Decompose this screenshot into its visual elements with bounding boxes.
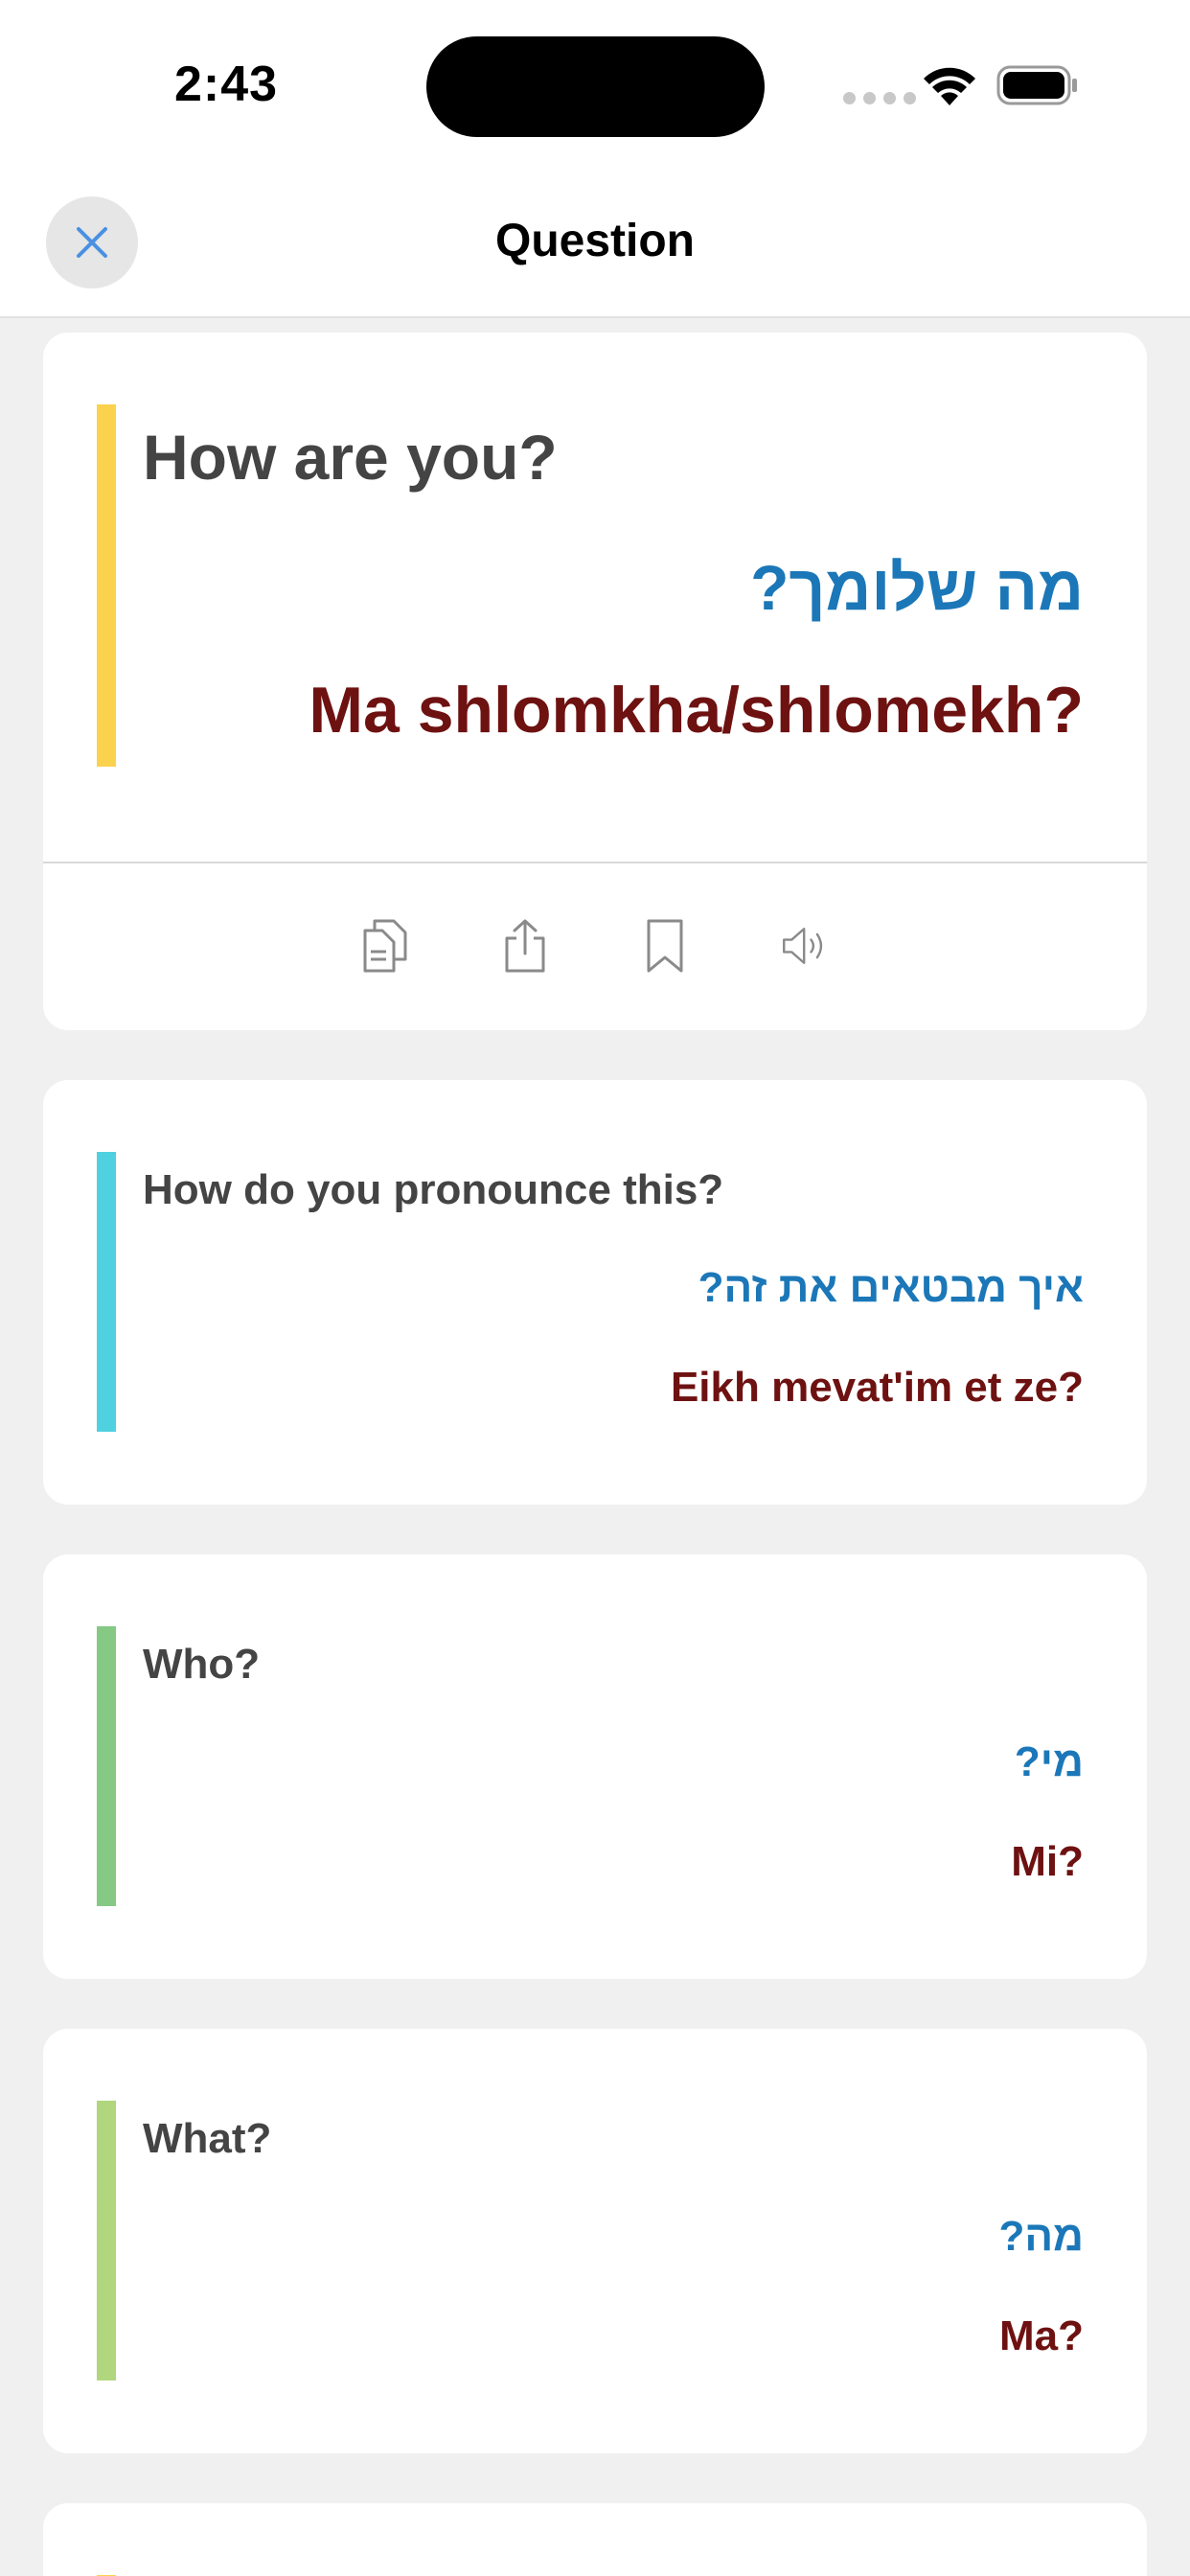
dynamic-island: [426, 36, 765, 137]
phrase-card[interactable]: What? מה? Ma?: [43, 2029, 1147, 2453]
hebrew-phrase: מי?: [1014, 1738, 1084, 1785]
accent-bar: [97, 1626, 116, 1906]
phrase-card[interactable]: [43, 2503, 1147, 2576]
phrase-card[interactable]: How do you pronounce this? איך מבטאים את…: [43, 1080, 1147, 1505]
share-icon: [505, 919, 545, 973]
english-phrase: How are you?: [143, 422, 558, 493]
page-title: Question: [494, 216, 695, 266]
english-phrase: What?: [143, 2115, 272, 2162]
status-bar: 2:43: [0, 0, 1190, 172]
status-time: 2:43: [174, 57, 279, 112]
phrase-card[interactable]: Who? מי? Mi?: [43, 1554, 1147, 1979]
english-phrase: How do you pronounce this?: [143, 1166, 724, 1213]
bookmark-button[interactable]: [641, 917, 689, 975]
accent-bar: [97, 1152, 116, 1432]
cellular-signal-icon: [843, 92, 916, 104]
share-button[interactable]: [501, 917, 549, 975]
speaker-icon: [783, 928, 823, 964]
battery-icon: [996, 65, 1077, 105]
divider: [43, 862, 1147, 863]
accent-bar: [97, 2101, 116, 2380]
transliteration: Eikh mevat'im et ze?: [670, 1364, 1084, 1411]
transliteration: Ma shlomkha/shlomekh?: [309, 674, 1084, 747]
action-row: [43, 917, 1147, 975]
wifi-icon: [924, 67, 975, 105]
transliteration: Mi?: [1011, 1838, 1084, 1885]
hebrew-phrase: מה?: [998, 2213, 1084, 2260]
copy-button[interactable]: [361, 917, 409, 975]
accent-bar: [97, 404, 116, 767]
speaker-button[interactable]: [781, 917, 829, 975]
copy-icon: [363, 919, 407, 973]
hebrew-phrase: מה שלומך?: [750, 552, 1084, 623]
header: Question: [0, 172, 1190, 318]
phrase-card-expanded[interactable]: How are you? מה שלומך? Ma shlomkha/shlom…: [43, 333, 1147, 1030]
english-phrase: Who?: [143, 1641, 261, 1688]
bookmark-icon: [647, 919, 683, 973]
hebrew-phrase: איך מבטאים את זה?: [698, 1264, 1084, 1311]
transliteration: Ma?: [999, 2312, 1084, 2359]
